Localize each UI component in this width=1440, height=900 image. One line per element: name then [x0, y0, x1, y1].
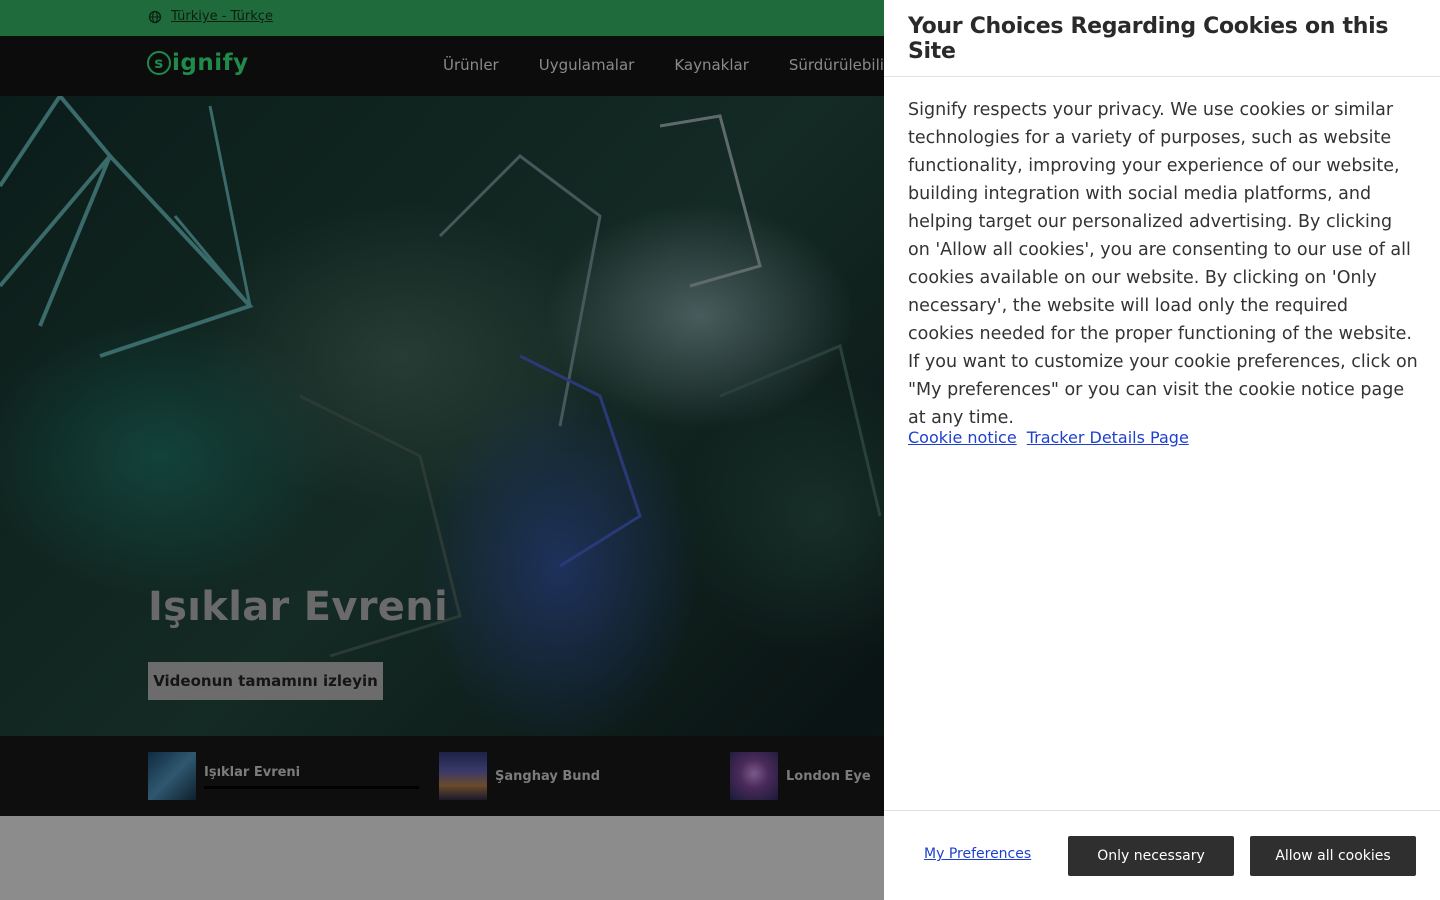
hero-city-image [0, 96, 882, 658]
thumbnail-label: London Eye [786, 768, 871, 784]
globe-icon [148, 10, 162, 23]
hero-title: Işıklar Evreni [148, 584, 449, 630]
thumbnail-image [730, 752, 778, 800]
thumbnail-isiklar-evreni[interactable]: Işıklar Evreni [148, 752, 419, 800]
tracker-details-link[interactable]: Tracker Details Page [1027, 428, 1189, 447]
only-necessary-button[interactable]: Only necessary [1068, 836, 1234, 876]
cookie-links: Cookie notice Tracker Details Page [908, 428, 1189, 447]
thumbnail-label: Şanghay Bund [495, 768, 601, 784]
nav-item-uygulamalar[interactable]: Uygulamalar [539, 56, 635, 74]
cookie-notice-link[interactable]: Cookie notice [908, 428, 1017, 447]
signify-logo[interactable]: s ignify [147, 50, 249, 76]
nav-item-urunler[interactable]: Ürünler [443, 56, 499, 74]
video-progress-bar [204, 786, 419, 789]
thumbnail-image [148, 752, 196, 800]
watch-video-button[interactable]: Videonun tamamını izleyin [148, 662, 383, 700]
nav-item-surdurulebilirlik[interactable]: Sürdürülebilirli [789, 56, 899, 74]
divider [884, 810, 1440, 811]
cookie-description: Signify respects your privacy. We use co… [908, 100, 1418, 428]
locale-link[interactable]: Türkiye - Türkçe [171, 9, 273, 24]
thumbnail-label: Işıklar Evreni [204, 764, 301, 780]
logo-text: ignify [172, 50, 249, 76]
nav-items: Ürünler Uygulamalar Kaynaklar Sürdürüleb… [443, 56, 898, 74]
allow-all-cookies-button[interactable]: Allow all cookies [1250, 836, 1416, 876]
divider [884, 76, 1440, 77]
logo-s-mark: s [147, 51, 171, 75]
cookie-consent-panel: Your Choices Regarding Cookies on this S… [884, 0, 1440, 900]
thumbnail-image [439, 752, 487, 800]
nav-item-kaynaklar[interactable]: Kaynaklar [674, 56, 749, 74]
cookie-panel-title: Your Choices Regarding Cookies on this S… [908, 14, 1389, 64]
thumbnail-london-eye[interactable]: London Eye [730, 752, 871, 800]
locale-selector[interactable]: Türkiye - Türkçe [148, 9, 273, 24]
thumbnail-sanghay-bund[interactable]: Şanghay Bund [439, 752, 600, 800]
my-preferences-link[interactable]: My Preferences [924, 846, 1031, 862]
